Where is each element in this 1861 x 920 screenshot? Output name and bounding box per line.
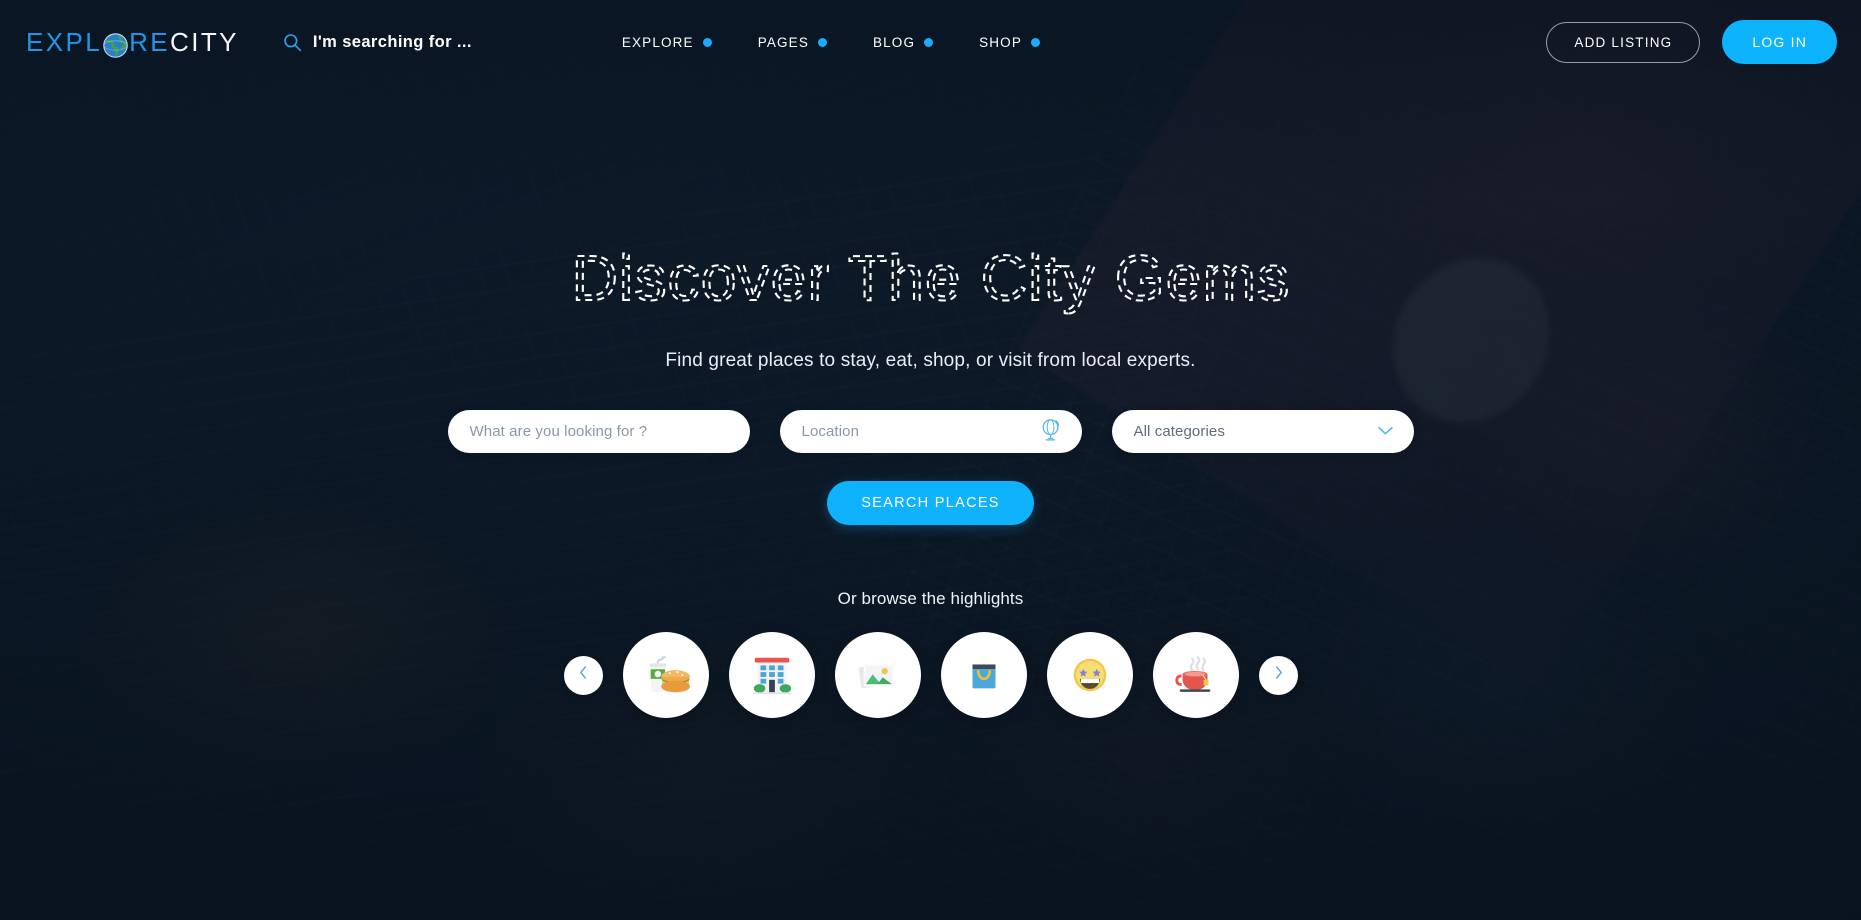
category-item-cafes[interactable] [1152, 632, 1239, 718]
category-item-restaurants[interactable] [622, 632, 709, 718]
hero-search-form: All categories [447, 410, 1414, 453]
dot-indicator-icon [702, 37, 712, 47]
globe-icon [103, 32, 128, 58]
header-search-label: I'm searching for ... [312, 32, 472, 51]
page-title-outline: Discover The City Gems [570, 241, 1290, 315]
nav-label-shop: SHOP [979, 34, 1022, 50]
carousel-next-button[interactable] [1258, 655, 1298, 695]
location-input[interactable] [801, 423, 1060, 440]
login-button[interactable]: LOG IN [1722, 20, 1837, 64]
fast-food-icon [641, 652, 691, 698]
search-icon [283, 33, 302, 52]
chevron-left-icon [578, 665, 589, 685]
category-carousel [563, 632, 1298, 718]
add-listing-button[interactable]: ADD LISTING [1546, 21, 1701, 63]
category-item-shopping[interactable] [940, 632, 1027, 718]
main-navigation: EXPLORE PAGES BLOG SHOP [622, 35, 1040, 50]
nav-label-blog: BLOG [872, 34, 916, 50]
dot-indicator-icon [1030, 37, 1040, 47]
category-item-entertainment[interactable] [1046, 632, 1133, 718]
location-field-wrapper [779, 410, 1082, 453]
header-actions: ADD LISTING LOG IN [1546, 20, 1837, 64]
svg-text:Discover The City Gems: Discover The City Gems [571, 242, 1290, 314]
search-places-button[interactable]: SEARCH PLACES [827, 481, 1034, 525]
hero-section: EXPL RE CITY I'm searching for ... EXPLO… [0, 0, 1861, 920]
category-item-hotels[interactable] [728, 632, 815, 718]
nav-item-shop[interactable]: SHOP [979, 35, 1040, 50]
category-selected-value: All categories [1133, 423, 1225, 440]
shopping-bag-icon [959, 652, 1009, 698]
search-input[interactable] [469, 423, 728, 440]
nav-label-pages: PAGES [757, 34, 809, 50]
header-search-trigger[interactable]: I'm searching for ... [283, 33, 472, 52]
dot-indicator-icon [817, 37, 827, 47]
photos-icon [853, 652, 903, 698]
category-select[interactable]: All categories [1111, 410, 1414, 453]
category-item-attractions[interactable] [834, 632, 921, 718]
logo-text-part2: RE [129, 27, 171, 57]
site-header: EXPL RE CITY I'm searching for ... EXPLO… [0, 0, 1861, 84]
nav-item-pages[interactable]: PAGES [758, 35, 827, 50]
tea-cup-icon [1171, 652, 1221, 698]
nav-label-explore: EXPLORE [621, 34, 694, 50]
site-logo[interactable]: EXPL RE CITY [26, 27, 239, 58]
page-title: Discover The City Gems [541, 238, 1321, 324]
grinning-star-eyes-icon [1065, 652, 1115, 698]
keyword-field-wrapper [447, 410, 750, 453]
browse-highlights-label: Or browse the highlights [837, 589, 1024, 608]
chevron-down-icon[interactable] [1377, 423, 1394, 441]
carousel-prev-button[interactable] [563, 655, 603, 695]
dot-indicator-icon [924, 37, 934, 47]
hero-content: Discover The City Gems Find great places… [0, 0, 1861, 920]
globe-stand-icon[interactable] [1040, 417, 1062, 446]
building-icon [747, 652, 797, 698]
page-subtitle: Find great places to stay, eat, shop, or… [665, 350, 1196, 371]
logo-text-part3: CITY [170, 27, 239, 57]
chevron-right-icon [1273, 665, 1284, 685]
nav-item-explore[interactable]: EXPLORE [622, 35, 712, 50]
logo-text-part1: EXPL [26, 27, 103, 57]
nav-item-blog[interactable]: BLOG [872, 34, 934, 50]
